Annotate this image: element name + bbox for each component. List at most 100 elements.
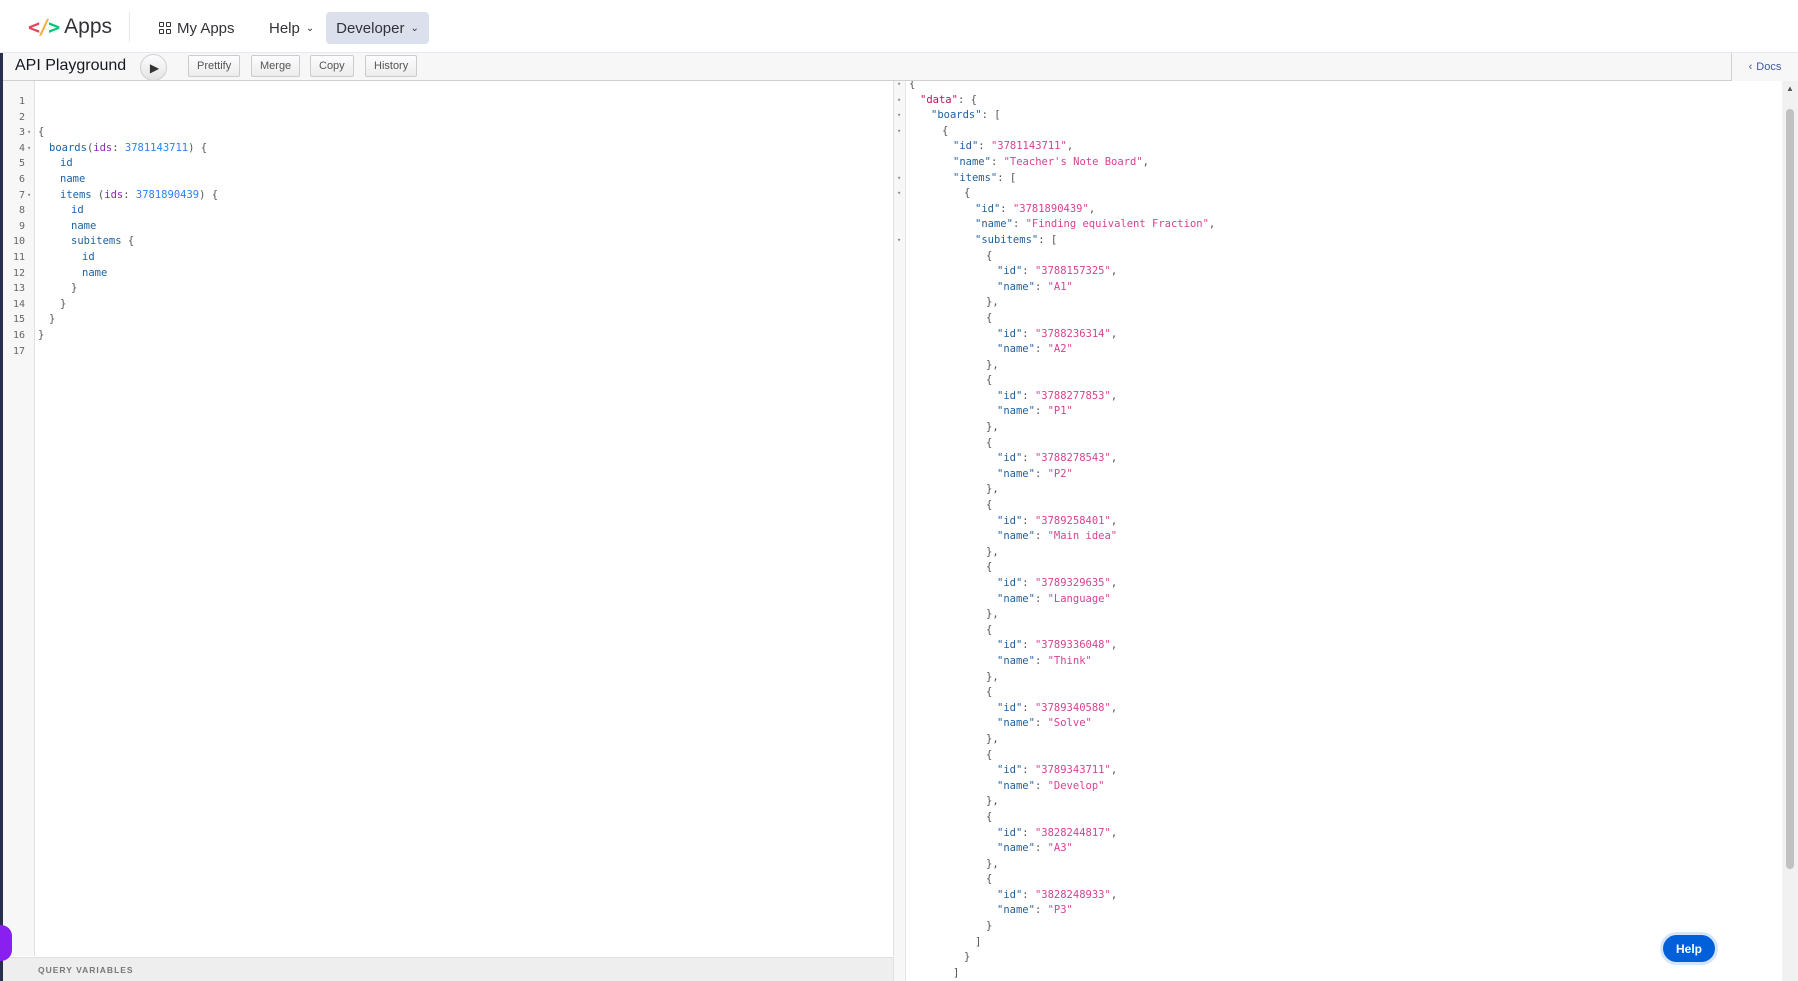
scroll-up-icon[interactable]: ▲ [1786,84,1794,93]
result-viewer[interactable]: ▾{▾ "data": {▾ "boards": [▾{"id": "3781143… [894,81,1782,981]
result-line: ▾{ [894,124,1770,140]
editor-line: 17 [3,344,894,360]
apps-logo[interactable]: </> Apps [28,13,112,41]
my-apps-label: My Apps [177,19,235,37]
code-token: { [986,623,993,636]
code-token: "items" [953,171,998,184]
prettify-button[interactable]: Prettify [188,55,241,77]
line-number: 17 [12,345,25,357]
help-menu[interactable]: Help ⌄ [261,12,322,44]
chevron-down-icon: ⌄ [305,22,315,34]
result-line: }, [894,794,1770,810]
docs-button[interactable]: ‹ Docs [1731,53,1798,81]
result-line: { [894,810,1770,826]
result-text: }, [986,857,999,873]
code-token: "name" [953,155,991,168]
fold-arrow-icon[interactable]: ▾ [897,93,901,109]
result-text: { [909,81,915,93]
fold-arrow-icon[interactable]: ▾ [27,141,31,157]
result-line: ] [894,935,1770,951]
code-token: "name" [997,904,1035,917]
fold-arrow-icon[interactable]: ▾ [897,171,901,187]
nav-divider [129,12,130,42]
code-token: items [60,188,92,201]
code-token: 3781143711 [124,141,189,154]
code-token: : [1022,452,1035,465]
code-token: }, [986,358,999,371]
result-text: "id": "3789336048", [997,638,1117,654]
fold-arrow-icon[interactable]: ▾ [27,125,31,141]
code-text: } [38,328,44,344]
result-text: { [986,685,992,701]
code-token: : [1034,654,1048,667]
line-number: 9 [18,220,25,232]
result-text: }, [986,545,999,561]
code-token: } [71,282,78,295]
code-token: "name" [997,280,1035,293]
result-text: { [986,311,992,327]
code-text: items (ids: 3781890439) { [60,188,218,204]
result-text: }, [986,732,999,748]
line-number: 1 [18,96,25,107]
fold-arrow-icon[interactable]: ▾ [897,81,901,93]
result-scrollbar[interactable]: ▲ [1782,81,1798,981]
result-text: "id": "3789258401", [997,514,1117,530]
developer-menu-label: Developer [336,19,405,37]
result-line: { [894,623,1770,639]
code-token: "3789340588" [1034,701,1111,714]
query-code[interactable]: 1 2 3 ▾{4 ▾ boards(ids: 3781143711) {5 id 6 name… [3,94,894,359]
fold-arrow-icon[interactable]: ▾ [27,188,31,204]
code-text: } [49,312,55,328]
result-line: "id": "3788157325", [894,264,1770,280]
developer-menu[interactable]: Developer ⌄ [326,12,429,44]
result-line: "name": "Solve" [894,716,1770,732]
result-text: "name": "P3" [997,903,1073,919]
code-text: subitems { [71,234,134,250]
result-line: "name": "Teacher's Note Board", [894,155,1770,171]
result-text: "name": "P2" [997,467,1073,483]
line-number: 2 [18,111,25,123]
fold-arrow-icon[interactable]: ▾ [897,186,901,202]
code-token: "name" [997,343,1035,356]
code-token: : [1034,904,1048,917]
code-token: { [964,187,971,200]
result-line: }, [894,732,1770,748]
help-button[interactable]: Help [1663,935,1715,962]
my-apps-link[interactable]: My Apps [151,12,243,44]
code-token: , [1110,327,1118,340]
fold-arrow-icon[interactable]: ▾ [897,108,901,124]
playground-toolbar: API Playground ▶ Prettify Merge Copy His… [3,53,1798,81]
code-token: id [71,204,84,217]
code-token: { [121,235,135,248]
result-text: { [986,560,992,576]
query-editor[interactable]: 1 2 3 ▾{4 ▾ boards(ids: 3781143711) {5 id 6 name… [3,81,894,956]
run-query-button[interactable]: ▶ [140,54,167,81]
merge-button[interactable]: Merge [251,55,301,77]
fold-arrow-icon[interactable]: ▾ [897,124,901,140]
result-line: ▾ "boards": [ [894,108,1770,124]
code-token: "3789343711" [1034,764,1111,777]
result-text: } [986,919,992,935]
code-token: } [38,328,45,341]
code-token: "Main idea" [1047,530,1118,543]
code-token: id [82,250,95,263]
code-token: "id" [997,826,1023,839]
query-variables-bar[interactable]: QUERY VARIABLES [3,957,894,981]
code-token: , [1110,452,1118,465]
code-token: : [1034,467,1048,480]
copy-button[interactable]: Copy [310,55,354,77]
code-token: : [1034,343,1048,356]
page-title: API Playground [15,57,127,74]
result-line: { [894,685,1770,701]
code-token: : [1034,405,1048,418]
code-token: "id" [997,639,1023,652]
code-token: : [1022,265,1035,278]
code-token: : [1034,779,1048,792]
scrollbar-thumb[interactable] [1786,109,1794,869]
fold-arrow-icon[interactable]: ▾ [897,233,901,249]
code-token: ) { [199,188,219,201]
history-button[interactable]: History [365,55,418,77]
code-token: "data" [920,93,958,106]
result-line: ▾ "items": [ [894,171,1770,187]
chat-bubble-icon[interactable] [0,925,12,961]
